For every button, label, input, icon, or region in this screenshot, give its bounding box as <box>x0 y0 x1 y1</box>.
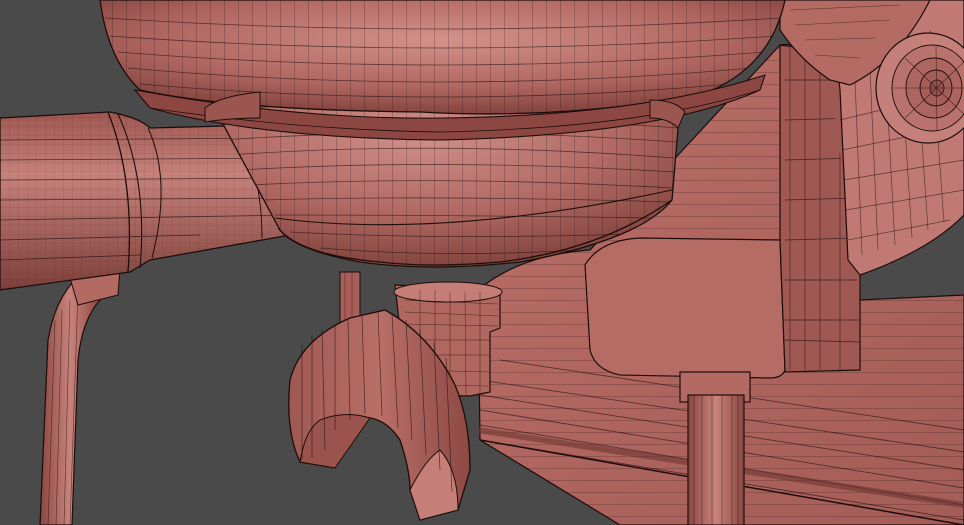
3d-viewport[interactable] <box>0 0 964 525</box>
viewport-canvas[interactable] <box>0 0 964 525</box>
support-leg[interactable] <box>679 371 751 525</box>
